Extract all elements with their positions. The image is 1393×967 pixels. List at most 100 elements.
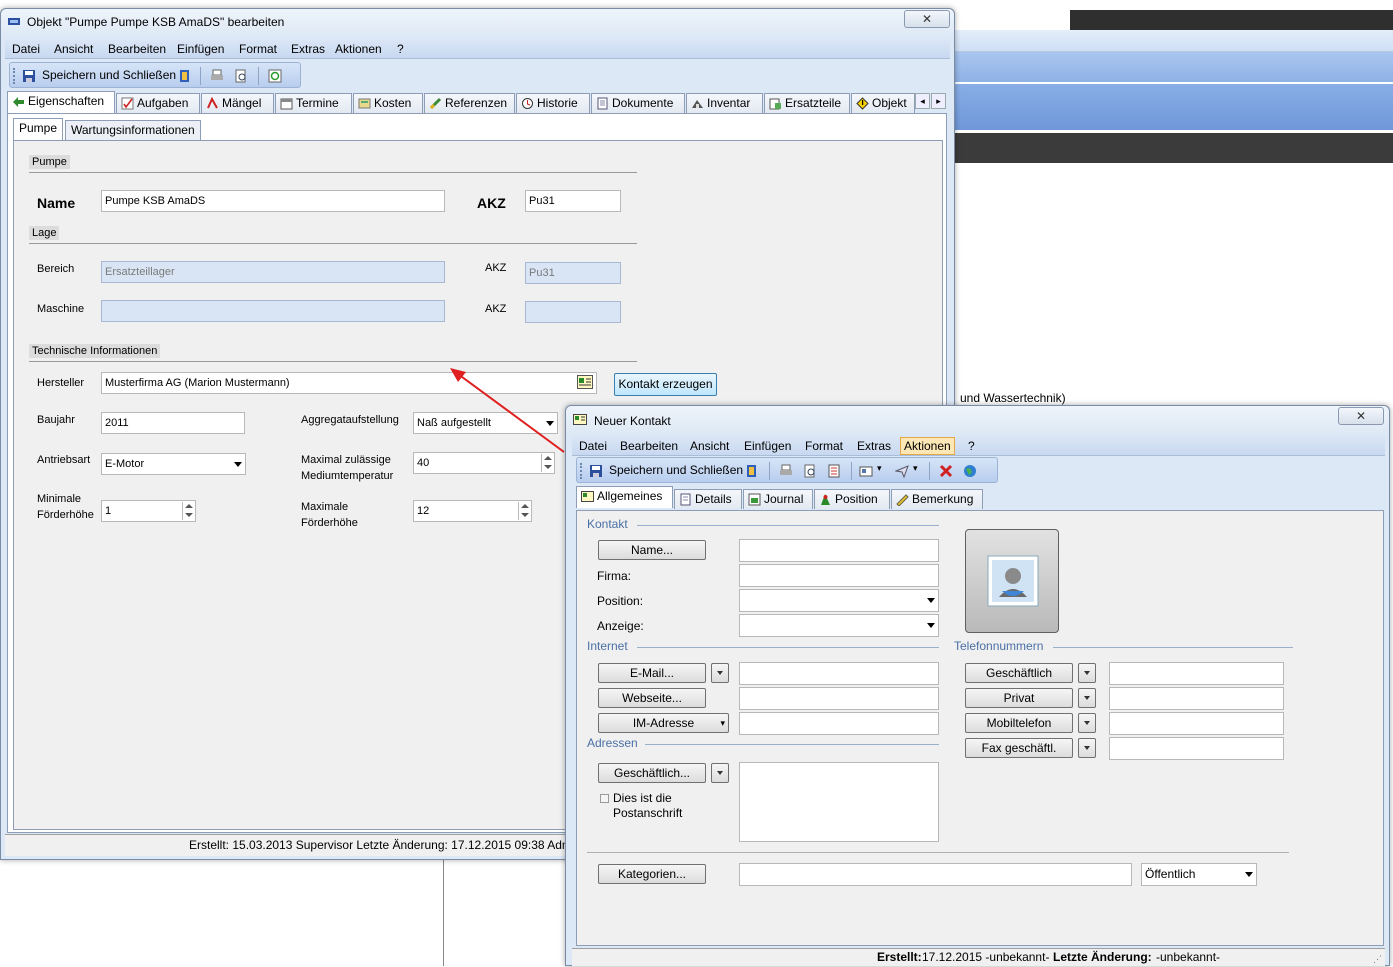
title-bar[interactable]: Neuer Kontakt ✕ <box>566 406 1389 436</box>
menu-datei[interactable]: Datei <box>579 439 607 453</box>
spin-arrows-icon[interactable] <box>182 502 194 520</box>
calculator-icon[interactable] <box>827 464 841 478</box>
tab-referenzen[interactable]: Referenzen <box>424 93 515 113</box>
tab-maengel[interactable]: Mängel <box>201 93 274 113</box>
tel-geschaeftlich-button[interactable]: Geschäftlich <box>965 663 1073 683</box>
title-bar[interactable]: Objekt "Pumpe Pumpe KSB AmaDS" bearbeite… <box>1 9 954 39</box>
tab-journal[interactable]: Journal <box>743 489 813 509</box>
menu-datei[interactable]: Datei <box>12 42 40 56</box>
print-icon[interactable] <box>779 464 793 478</box>
print-preview-icon[interactable] <box>234 69 248 83</box>
tab-scroll-right-button[interactable]: ▸ <box>931 93 946 109</box>
address-field[interactable] <box>739 762 939 842</box>
subtab-wartungsinformationen[interactable]: Wartungsinformationen <box>65 120 201 140</box>
webseite-button[interactable]: Webseite... <box>598 688 706 708</box>
im-adresse-field[interactable] <box>739 712 939 735</box>
menu-bearbeiten[interactable]: Bearbeiten <box>108 42 166 56</box>
spin-arrows-icon[interactable] <box>518 502 530 520</box>
menu-ansicht[interactable]: Ansicht <box>690 439 729 453</box>
name-field[interactable]: Pumpe KSB AmaDS <box>101 190 445 212</box>
akz-field[interactable]: Pu31 <box>525 190 621 212</box>
save-and-close-button[interactable]: Speichern und Schließen <box>609 463 743 477</box>
menu-einfuegen[interactable]: Einfügen <box>744 439 791 453</box>
toolbar-grip[interactable] <box>13 68 15 84</box>
im-adresse-button[interactable]: IM-Adresse ▾ <box>598 713 729 733</box>
max-foerderhoehe-stepper[interactable]: 12 <box>413 500 532 522</box>
menu-extras[interactable]: Extras <box>291 42 325 56</box>
tab-position[interactable]: Position <box>814 489 890 509</box>
print-preview-icon[interactable] <box>803 464 817 478</box>
book-icon[interactable] <box>178 69 192 83</box>
close-button[interactable]: ✕ <box>904 10 950 28</box>
anzeige-select[interactable] <box>739 614 939 637</box>
tab-aufgaben[interactable]: Aufgaben <box>116 93 200 113</box>
menu-extras[interactable]: Extras <box>857 439 891 453</box>
menu-format[interactable]: Format <box>239 42 277 56</box>
geschaeftlich-address-button[interactable]: Geschäftlich... <box>598 763 706 783</box>
tel-privat-button[interactable]: Privat <box>965 688 1073 708</box>
tab-bemerkung[interactable]: Bemerkung <box>891 489 983 509</box>
tab-objekt[interactable]: Objekt <box>851 93 915 113</box>
send-icon[interactable] <box>895 464 909 478</box>
tab-historie[interactable]: Historie <box>516 93 590 113</box>
toolbar-grip[interactable] <box>580 463 582 479</box>
resize-grip[interactable]: ⋰ <box>1373 951 1382 967</box>
address-dropdown-button[interactable] <box>711 763 729 783</box>
tel-mobil-dropdown[interactable] <box>1078 713 1096 733</box>
menu-aktionen[interactable]: Aktionen <box>900 437 955 455</box>
tab-inventar[interactable]: Inventar <box>686 93 763 113</box>
baujahr-field[interactable]: 2011 <box>101 412 245 434</box>
tab-ersatzteile[interactable]: Ersatzteile <box>764 93 850 113</box>
globe-icon[interactable] <box>963 464 977 478</box>
menu-einfuegen[interactable]: Einfügen <box>177 42 224 56</box>
menu-ansicht[interactable]: Ansicht <box>54 42 93 56</box>
kategorien-field[interactable] <box>739 863 1132 886</box>
tel-geschaeftlich-dropdown[interactable] <box>1078 663 1096 683</box>
tab-dokumente[interactable]: Dokumente <box>591 93 685 113</box>
tel-privat-dropdown[interactable] <box>1078 688 1096 708</box>
kontakt-erzeugen-button[interactable]: Kontakt erzeugen <box>614 373 717 396</box>
chevron-down-icon[interactable]: ▾ <box>877 463 882 474</box>
tel-fax-dropdown[interactable] <box>1078 738 1096 758</box>
tel-mobil-button[interactable]: Mobiltelefon <box>965 713 1073 733</box>
menu-format[interactable]: Format <box>805 439 843 453</box>
tel-mobil-field[interactable] <box>1109 712 1284 735</box>
webseite-field[interactable] <box>739 687 939 710</box>
kategorien-button[interactable]: Kategorien... <box>598 864 706 884</box>
tel-fax-field[interactable] <box>1109 737 1284 760</box>
tel-geschaeftlich-field[interactable] <box>1109 662 1284 685</box>
close-button[interactable]: ✕ <box>1338 407 1384 425</box>
antriebsart-select[interactable]: E-Motor <box>101 453 246 475</box>
save-and-close-button[interactable]: Speichern und Schließen <box>42 68 176 82</box>
delete-icon[interactable] <box>939 464 953 478</box>
email-button[interactable]: E-Mail... <box>598 663 706 683</box>
tab-kosten[interactable]: Kosten <box>353 93 423 113</box>
menu-help[interactable]: ? <box>968 439 975 453</box>
address-book-icon[interactable] <box>859 464 873 478</box>
position-select[interactable] <box>739 589 939 612</box>
tab-details[interactable]: Details <box>674 489 742 509</box>
subtab-pumpe[interactable]: Pumpe <box>13 118 64 140</box>
tab-allgemeines[interactable]: Allgemeines <box>576 486 673 508</box>
menu-aktionen[interactable]: Aktionen <box>335 42 382 56</box>
firma-field[interactable] <box>739 564 939 587</box>
menu-bearbeiten[interactable]: Bearbeiten <box>620 439 678 453</box>
privacy-select[interactable]: Öffentlich <box>1141 863 1257 886</box>
tab-eigenschaften[interactable]: Eigenschaften <box>7 91 115 113</box>
print-icon[interactable] <box>210 69 224 83</box>
postanschrift-checkbox[interactable] <box>600 794 609 803</box>
name-field[interactable] <box>739 539 939 562</box>
tel-privat-field[interactable] <box>1109 687 1284 710</box>
tab-scroll-left-button[interactable]: ◂ <box>915 93 930 109</box>
min-foerderhoehe-stepper[interactable]: 1 <box>101 500 196 522</box>
chevron-down-icon[interactable]: ▾ <box>913 463 918 474</box>
tel-fax-button[interactable]: Fax geschäftl. <box>965 738 1073 758</box>
tab-termine[interactable]: Termine <box>275 93 352 113</box>
email-field[interactable] <box>739 662 939 685</box>
book-icon[interactable] <box>745 464 759 478</box>
name-button[interactable]: Name... <box>598 540 706 560</box>
contact-photo-button[interactable] <box>965 529 1059 633</box>
refresh-icon[interactable] <box>268 69 282 83</box>
email-dropdown-button[interactable] <box>711 663 729 683</box>
menu-help[interactable]: ? <box>397 42 404 56</box>
